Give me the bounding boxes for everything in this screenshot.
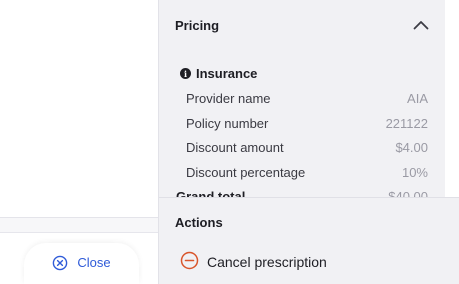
pricing-scrollbar[interactable] (445, 0, 459, 197)
discount-percentage-value: 10% (401, 164, 428, 180)
actions-divider (159, 197, 459, 198)
close-button-label: Close (77, 255, 111, 270)
policy-number-value: 221122 (385, 115, 428, 131)
policy-number-row: Policy number 221122 (186, 114, 428, 132)
actions-title: Actions (175, 215, 223, 230)
discount-percentage-label: Discount percentage (186, 164, 306, 180)
discount-amount-label: Discount amount (186, 139, 284, 155)
pricing-title: Pricing (175, 17, 220, 33)
minus-circle-icon (180, 251, 199, 273)
chevron-up-icon[interactable] (411, 15, 431, 35)
provider-name-row: Provider name AIA (186, 89, 428, 107)
grand-total-value: $40.00 (388, 188, 428, 198)
provider-name-label: Provider name (186, 90, 271, 106)
grand-total-row: Grand total $40.00 (176, 187, 428, 198)
grand-total-label: Grand total (176, 188, 246, 198)
close-circle-icon (52, 255, 68, 271)
insurance-heading-label: Insurance (196, 66, 258, 81)
cancel-prescription-label: Cancel prescription (207, 254, 327, 270)
info-icon: i (180, 68, 191, 79)
footer-divider (0, 232, 158, 233)
main-content-area (0, 0, 158, 217)
footer-strip (0, 218, 158, 232)
cancel-prescription-button[interactable]: Cancel prescription (180, 251, 327, 273)
pricing-section-header[interactable]: Pricing (159, 0, 445, 50)
discount-amount-value: $4.00 (395, 139, 428, 155)
insurance-heading: i Insurance (180, 66, 257, 81)
provider-name-value: AIA (407, 90, 428, 106)
policy-number-label: Policy number (186, 115, 269, 131)
discount-amount-row: Discount amount $4.00 (186, 138, 428, 156)
details-side-panel: Pricing i Insurance Provider name AIA Po… (158, 0, 459, 284)
pricing-section: Pricing i Insurance Provider name AIA Po… (159, 0, 445, 197)
discount-percentage-row: Discount percentage 10% (186, 163, 428, 181)
close-button[interactable]: Close (24, 243, 139, 284)
